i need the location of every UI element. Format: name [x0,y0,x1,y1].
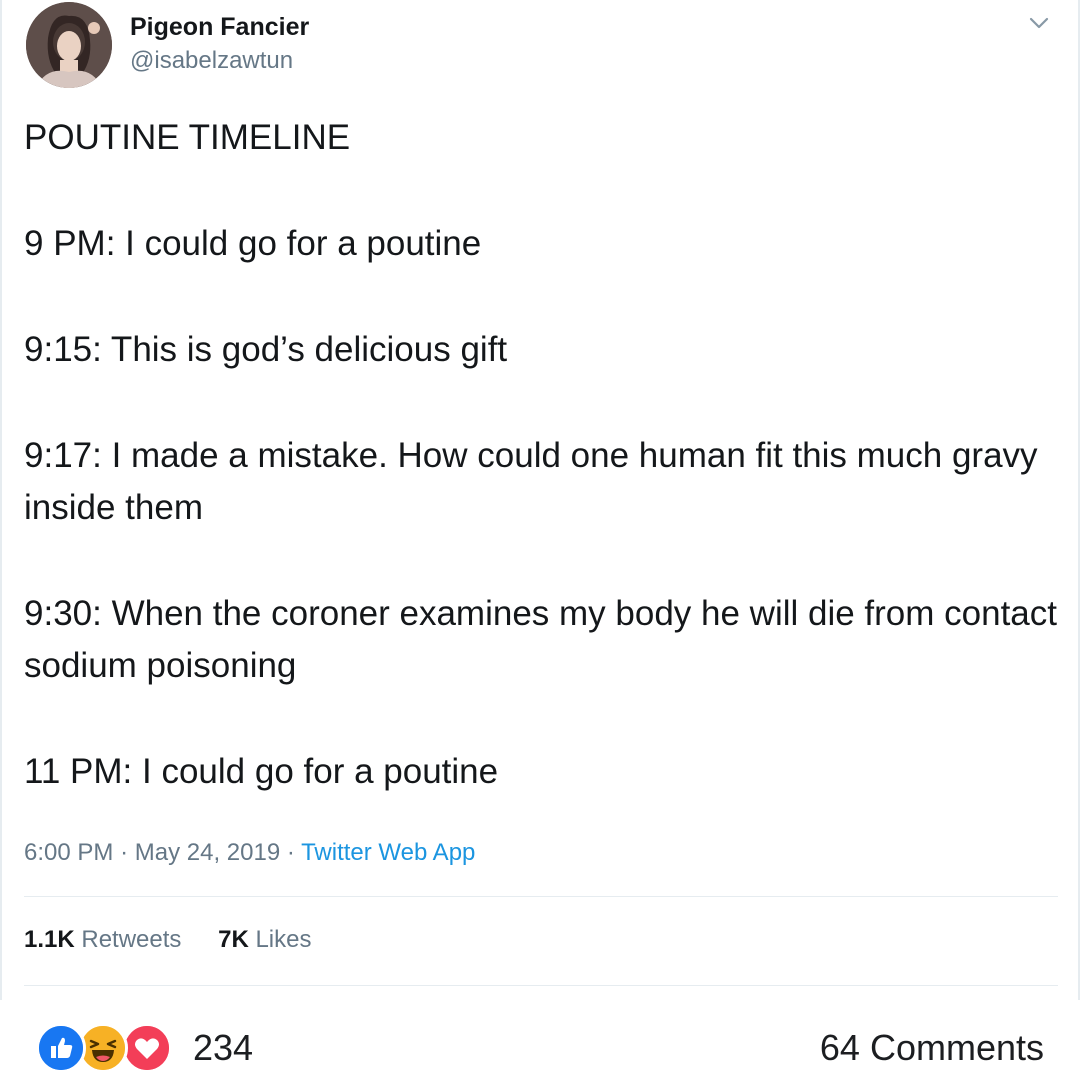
likes-count: 7K [218,926,249,953]
tweet-timestamp: 6:00 PM · May 24, 2019 · Twitter Web App [24,835,475,871]
tweet-header: Pigeon Fancier @isabelzawtun [22,0,1062,100]
tweet-author: Pigeon Fancier @isabelzawtun [130,12,309,76]
reaction-count[interactable]: 234 [193,1027,253,1069]
likes-stat[interactable]: 7K Likes [218,926,311,953]
tweet-line: 9:30: When the coroner examines my body … [24,594,1057,685]
retweets-label: Retweets [81,926,182,953]
tweet-time[interactable]: 6:00 PM [24,839,113,866]
meta-separator: · [286,839,295,866]
meta-separator: · [120,839,129,866]
tweet-line: 9:15: This is god’s delicious gift [24,330,508,369]
comments-link[interactable]: 64 Comments [820,1027,1044,1069]
tweet-line: 9 PM: I could go for a poutine [24,224,482,263]
like-icon [36,1023,86,1073]
tweet-line: 11 PM: I could go for a poutine [24,752,499,791]
tweet-text: POUTINE TIMELINE 9 PM: I could go for a … [24,112,1064,852]
divider [24,985,1058,986]
retweets-stat[interactable]: 1.1K Retweets [24,926,181,953]
facebook-reaction-bar: 234 64 Comments [0,1000,1080,1080]
love-icon [122,1023,172,1073]
tweet-line: 9:17: I made a mistake. How could one hu… [24,436,1038,527]
retweets-count: 1.1K [24,926,75,953]
display-name[interactable]: Pigeon Fancier [130,12,309,42]
reactions-summary[interactable] [36,1023,196,1073]
likes-label: Likes [255,926,312,953]
chevron-down-icon[interactable] [1026,14,1052,34]
tweet-line: POUTINE TIMELINE [24,118,351,157]
avatar[interactable] [26,2,112,88]
tweet-date[interactable]: May 24, 2019 [135,839,280,866]
user-handle[interactable]: @isabelzawtun [130,46,309,76]
tweet-stats: 1.1K Retweets 7K Likes [24,922,341,958]
divider [24,896,1058,897]
tweet-source-link[interactable]: Twitter Web App [301,839,475,866]
tweet-card: Pigeon Fancier @isabelzawtun POUTINE TIM… [0,0,1080,1000]
